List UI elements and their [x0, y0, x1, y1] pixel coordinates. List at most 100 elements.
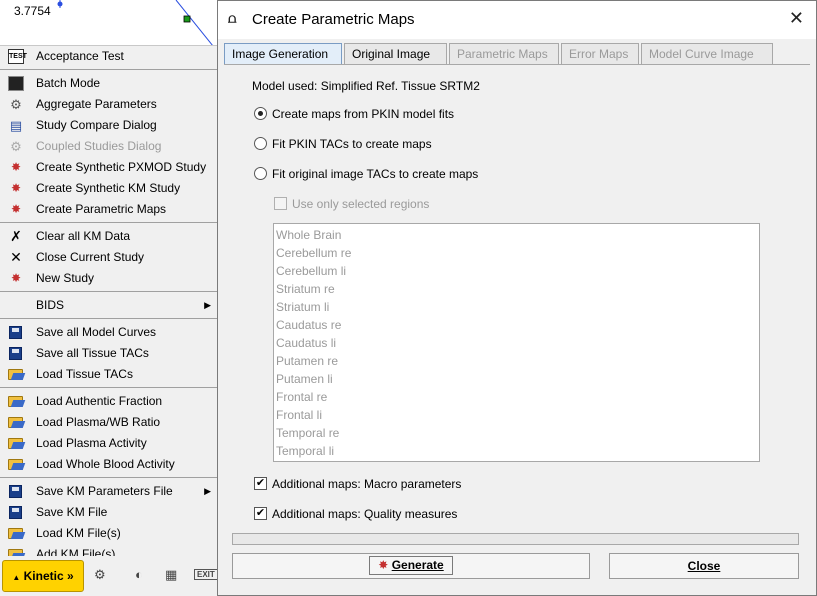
- list-item[interactable]: Frontal re: [276, 388, 759, 406]
- menu-item-label: Load Authentic Fraction: [36, 394, 163, 408]
- list-item[interactable]: Striatum li: [276, 298, 759, 316]
- menu-item-load-km-file-s[interactable]: Load KM File(s): [0, 523, 217, 544]
- menu-item-close-current-study[interactable]: ✕ Close Current Study: [0, 247, 217, 268]
- test-icon: TEST: [8, 49, 27, 64]
- tab-original-image[interactable]: Original Image: [344, 43, 447, 65]
- tab-model-curve-image[interactable]: Model Curve Image: [641, 43, 773, 65]
- tab-bar: Image Generation Original Image Parametric…: [224, 43, 804, 65]
- radio-pkin-tacs-label[interactable]: Fit PKIN TACs to create maps: [272, 137, 432, 151]
- regions-list[interactable]: Whole Brain Cerebellum re Cerebellum li Str…: [273, 223, 760, 462]
- list-item[interactable]: Caudatus li: [276, 334, 759, 352]
- tab-image-generation[interactable]: Image Generation: [224, 43, 342, 65]
- menu-item-bids[interactable]: BIDS ▶: [0, 295, 217, 316]
- macro-parameters-label[interactable]: Additional maps: Macro parameters: [272, 477, 461, 491]
- list-item[interactable]: Frontal li: [276, 406, 759, 424]
- use-selected-regions-label: Use only selected regions: [292, 197, 430, 211]
- radio-original-tacs[interactable]: [254, 167, 267, 180]
- menu-item-aggregate-parameters[interactable]: ⚙ Aggregate Parameters: [0, 94, 217, 115]
- tab-error-maps[interactable]: Error Maps: [561, 43, 639, 65]
- menu-item-label: Study Compare Dialog: [36, 118, 157, 132]
- list-item[interactable]: Caudatus re: [276, 316, 759, 334]
- generate-button-face: ✸ Generate: [369, 556, 453, 575]
- menu-item-study-compare-dialog[interactable]: ▤ Study Compare Dialog: [0, 115, 217, 136]
- radio-original-tacs-label[interactable]: Fit original image TACs to create maps: [272, 167, 478, 181]
- folder-icon: [8, 438, 23, 449]
- list-item[interactable]: Putamen li: [276, 370, 759, 388]
- tab-parametric-maps[interactable]: Parametric Maps: [449, 43, 559, 65]
- list-item[interactable]: Putamen re: [276, 352, 759, 370]
- submenu-arrow-icon: ▶: [204, 300, 211, 310]
- close-icon: ✕: [10, 249, 22, 265]
- compare-icon: ▤: [9, 118, 23, 133]
- folder-icon: [8, 528, 23, 539]
- menu-item-label: Load Tissue TACs: [36, 367, 133, 381]
- folder-icon: [8, 459, 23, 470]
- quality-measures-checkbox[interactable]: ✔: [254, 507, 267, 520]
- list-item[interactable]: Temporal li: [276, 442, 759, 460]
- menu-item-load-tissue-tacs[interactable]: Load Tissue TACs: [0, 364, 217, 385]
- list-item[interactable]: Cerebellum li: [276, 262, 759, 280]
- menu-item-label: Save KM File: [36, 505, 108, 519]
- menu-item-save-km-file[interactable]: Save KM File: [0, 502, 217, 523]
- menu-item-label: Coupled Studies Dialog: [36, 139, 162, 153]
- menu-item-create-parametric-maps[interactable]: ✸ Create Parametric Maps: [0, 199, 217, 220]
- folder-icon: [8, 369, 23, 380]
- up-arrow-icon: ▲: [12, 573, 21, 582]
- menu-item-save-km-parameters-file[interactable]: Save KM Parameters File ▶: [0, 481, 217, 502]
- list-item[interactable]: Temporal re: [276, 424, 759, 442]
- quality-measures-label[interactable]: Additional maps: Quality measures: [272, 507, 457, 521]
- kinetic-button-label: Kinetic »: [23, 569, 74, 583]
- menu-item-new-study[interactable]: ✸ New Study: [0, 268, 217, 289]
- menu-item-label: Aggregate Parameters: [36, 97, 157, 111]
- list-item[interactable]: Striatum re: [276, 280, 759, 298]
- generate-label: Generate: [391, 558, 444, 572]
- generate-button[interactable]: ✸ Generate: [232, 553, 590, 579]
- menu-item-batch-mode[interactable]: Batch Mode: [0, 73, 217, 94]
- menu-item-label: Create Synthetic PXMOD Study: [36, 160, 207, 174]
- macro-parameters-checkbox[interactable]: ✔: [254, 477, 267, 490]
- gear-icon: ⚙: [10, 139, 22, 154]
- save-icon: [9, 485, 22, 498]
- menu-item-save-all-tissue-tacs[interactable]: Save all Tissue TACs: [0, 343, 217, 364]
- menu-item-coupled-studies-dialog[interactable]: ⚙ Coupled Studies Dialog: [0, 136, 217, 157]
- menu-item-label: Save all Tissue TACs: [36, 346, 149, 360]
- radio-pkin-tacs[interactable]: [254, 137, 267, 150]
- radio-pkin-fits[interactable]: [254, 107, 267, 120]
- menu-item-save-all-model-curves[interactable]: Save all Model Curves: [0, 322, 217, 343]
- gear-icon: ⚙: [10, 97, 22, 112]
- synthetic-icon: ✸: [10, 160, 22, 174]
- menu-item-clear-all-km-data[interactable]: ✗ Clear all KM Data: [0, 226, 217, 247]
- menu-item-label: Load KM File(s): [36, 526, 121, 540]
- clear-icon: ✗: [10, 228, 22, 244]
- list-item[interactable]: Whole Brain: [276, 226, 759, 244]
- menu-item-label: Batch Mode: [36, 76, 101, 90]
- close-button[interactable]: Close: [609, 553, 799, 579]
- menu-item-load-plasma-activity[interactable]: Load Plasma Activity: [0, 433, 217, 454]
- menu-item-label: Clear all KM Data: [36, 229, 131, 243]
- layout-icon[interactable]: ▦: [165, 567, 177, 583]
- folder-icon: [8, 417, 23, 428]
- link-icon[interactable]: ⚙: [94, 567, 106, 583]
- capture-icon[interactable]: ◐: [135, 567, 143, 582]
- kinetic-context-menu: TEST Acceptance Test Batch Mode ⚙ Aggregate …: [0, 46, 218, 562]
- menu-item-load-whole-blood-activity[interactable]: Load Whole Blood Activity: [0, 454, 217, 475]
- exit-button[interactable]: EXIT: [194, 569, 218, 580]
- menu-item-acceptance-test[interactable]: TEST Acceptance Test: [0, 46, 217, 67]
- menu-item-label: BIDS: [36, 298, 65, 312]
- menu-item-create-synthetic-pxmod-study[interactable]: ✸ Create Synthetic PXMOD Study: [0, 157, 217, 178]
- console-icon: [8, 76, 24, 91]
- image-generation-panel: Model used: Simplified Ref. Tissue SRTM2…: [224, 65, 810, 533]
- kinetic-button[interactable]: ▲ Kinetic »: [2, 560, 84, 592]
- menu-item-label: Create Synthetic KM Study: [36, 181, 181, 195]
- save-icon: [9, 326, 22, 339]
- menu-item-create-synthetic-km-study[interactable]: ✸ Create Synthetic KM Study: [0, 178, 217, 199]
- save-icon: [9, 506, 22, 519]
- list-item[interactable]: Cerebellum re: [276, 244, 759, 262]
- menu-item-load-authentic-fraction[interactable]: Load Authentic Fraction: [0, 391, 217, 412]
- menu-item-label: Save KM Parameters File: [36, 484, 173, 498]
- menu-item-load-plasma-wb-ratio[interactable]: Load Plasma/WB Ratio: [0, 412, 217, 433]
- use-selected-regions-checkbox[interactable]: [274, 197, 287, 210]
- menu-item-label: New Study: [36, 271, 95, 285]
- radio-pkin-fits-label[interactable]: Create maps from PKIN model fits: [272, 107, 454, 121]
- close-icon[interactable]: ✕: [789, 8, 804, 29]
